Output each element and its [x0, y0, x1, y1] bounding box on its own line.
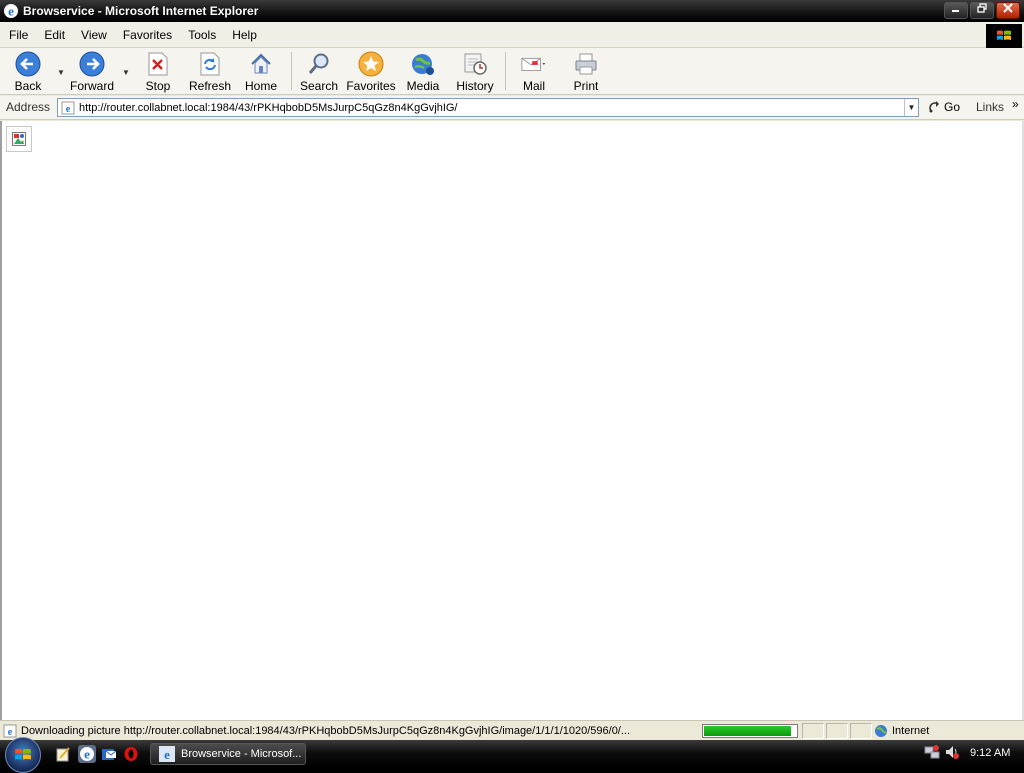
zone-label: Internet	[892, 725, 930, 737]
menu-view[interactable]: View	[72, 28, 114, 42]
home-icon	[251, 53, 271, 74]
task-browservice[interactable]: e Browservice - Microsof...	[150, 743, 306, 765]
page-content[interactable]	[0, 121, 1024, 720]
forward-label: Forward	[70, 79, 115, 93]
address-input[interactable]: e http://router.collabnet.local:1984/43/…	[57, 98, 919, 117]
stop-label: Stop	[145, 79, 171, 93]
quicklaunch-outlook-icon[interactable]	[100, 745, 118, 763]
ie-page-icon: e	[3, 724, 17, 738]
back-label: Back	[14, 79, 42, 93]
home-button[interactable]: Home	[244, 50, 278, 93]
stop-icon	[148, 52, 168, 76]
progress-fill	[704, 726, 792, 736]
address-label: Address	[6, 100, 51, 114]
address-dropdown-icon[interactable]: ▼	[904, 99, 918, 116]
media-button[interactable]: Media	[405, 50, 441, 93]
forward-dropdown-icon[interactable]: ▼	[122, 68, 130, 77]
status-text: Downloading picture http://router.collab…	[21, 725, 631, 737]
status-panel	[850, 723, 872, 739]
toolbar-separator	[505, 52, 506, 90]
menu-bar: File Edit View Favorites Tools Help	[0, 22, 1024, 48]
history-button[interactable]: History	[455, 50, 495, 93]
svg-text:e: e	[164, 747, 170, 762]
quicklaunch-opera-icon[interactable]	[122, 745, 140, 763]
menu-tools[interactable]: Tools	[179, 28, 223, 42]
back-dropdown-icon[interactable]: ▼	[57, 68, 65, 77]
restore-icon	[977, 3, 987, 13]
svg-text:e: e	[8, 727, 13, 738]
window-title: Browservice - Microsoft Internet Explore…	[23, 4, 259, 18]
forward-arrow-icon	[79, 51, 105, 77]
refresh-label: Refresh	[188, 79, 232, 93]
refresh-button[interactable]: Refresh	[188, 50, 232, 93]
close-button[interactable]	[996, 2, 1020, 19]
go-label: Go	[944, 100, 961, 114]
ie-page-icon: e	[61, 101, 75, 115]
browser-window: e Browservice - Microsoft Internet Explo…	[0, 0, 1024, 740]
svg-text:e: e	[84, 747, 90, 762]
progress-bar	[702, 724, 798, 738]
favorites-button[interactable]: Favorites	[346, 50, 396, 93]
toolbar-separator	[291, 52, 292, 90]
volume-icon[interactable]	[944, 744, 960, 760]
taskbar: e e Browservice - Microsof... 9:12 AM	[0, 737, 1024, 773]
search-icon	[308, 53, 329, 74]
status-panel	[802, 723, 824, 739]
media-icon	[412, 54, 434, 75]
globe-icon	[875, 725, 887, 737]
minimize-button[interactable]	[944, 2, 968, 19]
history-label: History	[456, 79, 494, 93]
svg-text:e: e	[66, 104, 71, 115]
media-label: Media	[406, 79, 440, 93]
menu-help[interactable]: Help	[223, 28, 264, 42]
task-label: Browservice - Microsof...	[181, 748, 302, 760]
print-label: Print	[573, 79, 599, 93]
quicklaunch-notepad-icon[interactable]	[54, 745, 72, 763]
mail-button[interactable]: Mail	[516, 50, 552, 93]
minimize-icon	[952, 10, 959, 12]
ie-icon: e	[4, 4, 18, 19]
stop-button[interactable]: Stop	[143, 50, 173, 93]
close-icon	[1003, 3, 1013, 13]
status-panel	[826, 723, 848, 739]
back-arrow-icon	[15, 51, 41, 77]
forward-button[interactable]: Forward	[70, 50, 114, 93]
chevron-right-icon[interactable]: »	[1012, 97, 1019, 111]
home-label: Home	[244, 79, 277, 93]
restore-button[interactable]	[970, 2, 994, 19]
windows-logo-icon	[986, 24, 1022, 48]
network-icon[interactable]	[924, 744, 940, 760]
mail-label: Mail	[522, 79, 545, 93]
status-bar: e Downloading picture http://router.coll…	[0, 720, 1024, 740]
clock[interactable]: 9:12 AM	[970, 747, 1010, 759]
links-button[interactable]: Links	[976, 100, 1004, 114]
search-label: Search	[299, 79, 339, 93]
quicklaunch-ie-icon[interactable]: e	[78, 745, 96, 763]
standard-toolbar: Back ▼ Forward ▼ Stop Refresh Home Searc…	[0, 48, 1024, 95]
print-button[interactable]: Print	[570, 50, 602, 93]
windows-logo-icon	[15, 748, 31, 760]
address-bar: Address e http://router.collabnet.local:…	[0, 96, 1024, 120]
address-url[interactable]: http://router.collabnet.local:1984/43/rP…	[79, 102, 904, 114]
broken-image-icon	[6, 126, 32, 152]
printer-icon	[575, 53, 597, 75]
menu-edit[interactable]: Edit	[35, 28, 72, 42]
go-arrow-icon	[929, 101, 939, 113]
favorites-label: Favorites	[346, 79, 396, 93]
refresh-icon	[200, 52, 220, 76]
menu-file[interactable]: File	[0, 28, 35, 42]
title-bar[interactable]: e Browservice - Microsoft Internet Explo…	[0, 0, 1024, 22]
security-zone[interactable]: Internet	[874, 723, 929, 739]
favorites-star-icon	[358, 51, 384, 77]
mail-icon	[521, 57, 546, 71]
menu-favorites[interactable]: Favorites	[114, 28, 179, 42]
search-button[interactable]: Search	[300, 50, 338, 93]
ie-icon: e	[159, 746, 175, 762]
system-tray	[924, 744, 960, 760]
go-button[interactable]: Go	[928, 100, 960, 114]
history-icon	[464, 53, 487, 75]
back-button[interactable]: Back	[12, 50, 44, 93]
svg-text:e: e	[8, 4, 14, 19]
